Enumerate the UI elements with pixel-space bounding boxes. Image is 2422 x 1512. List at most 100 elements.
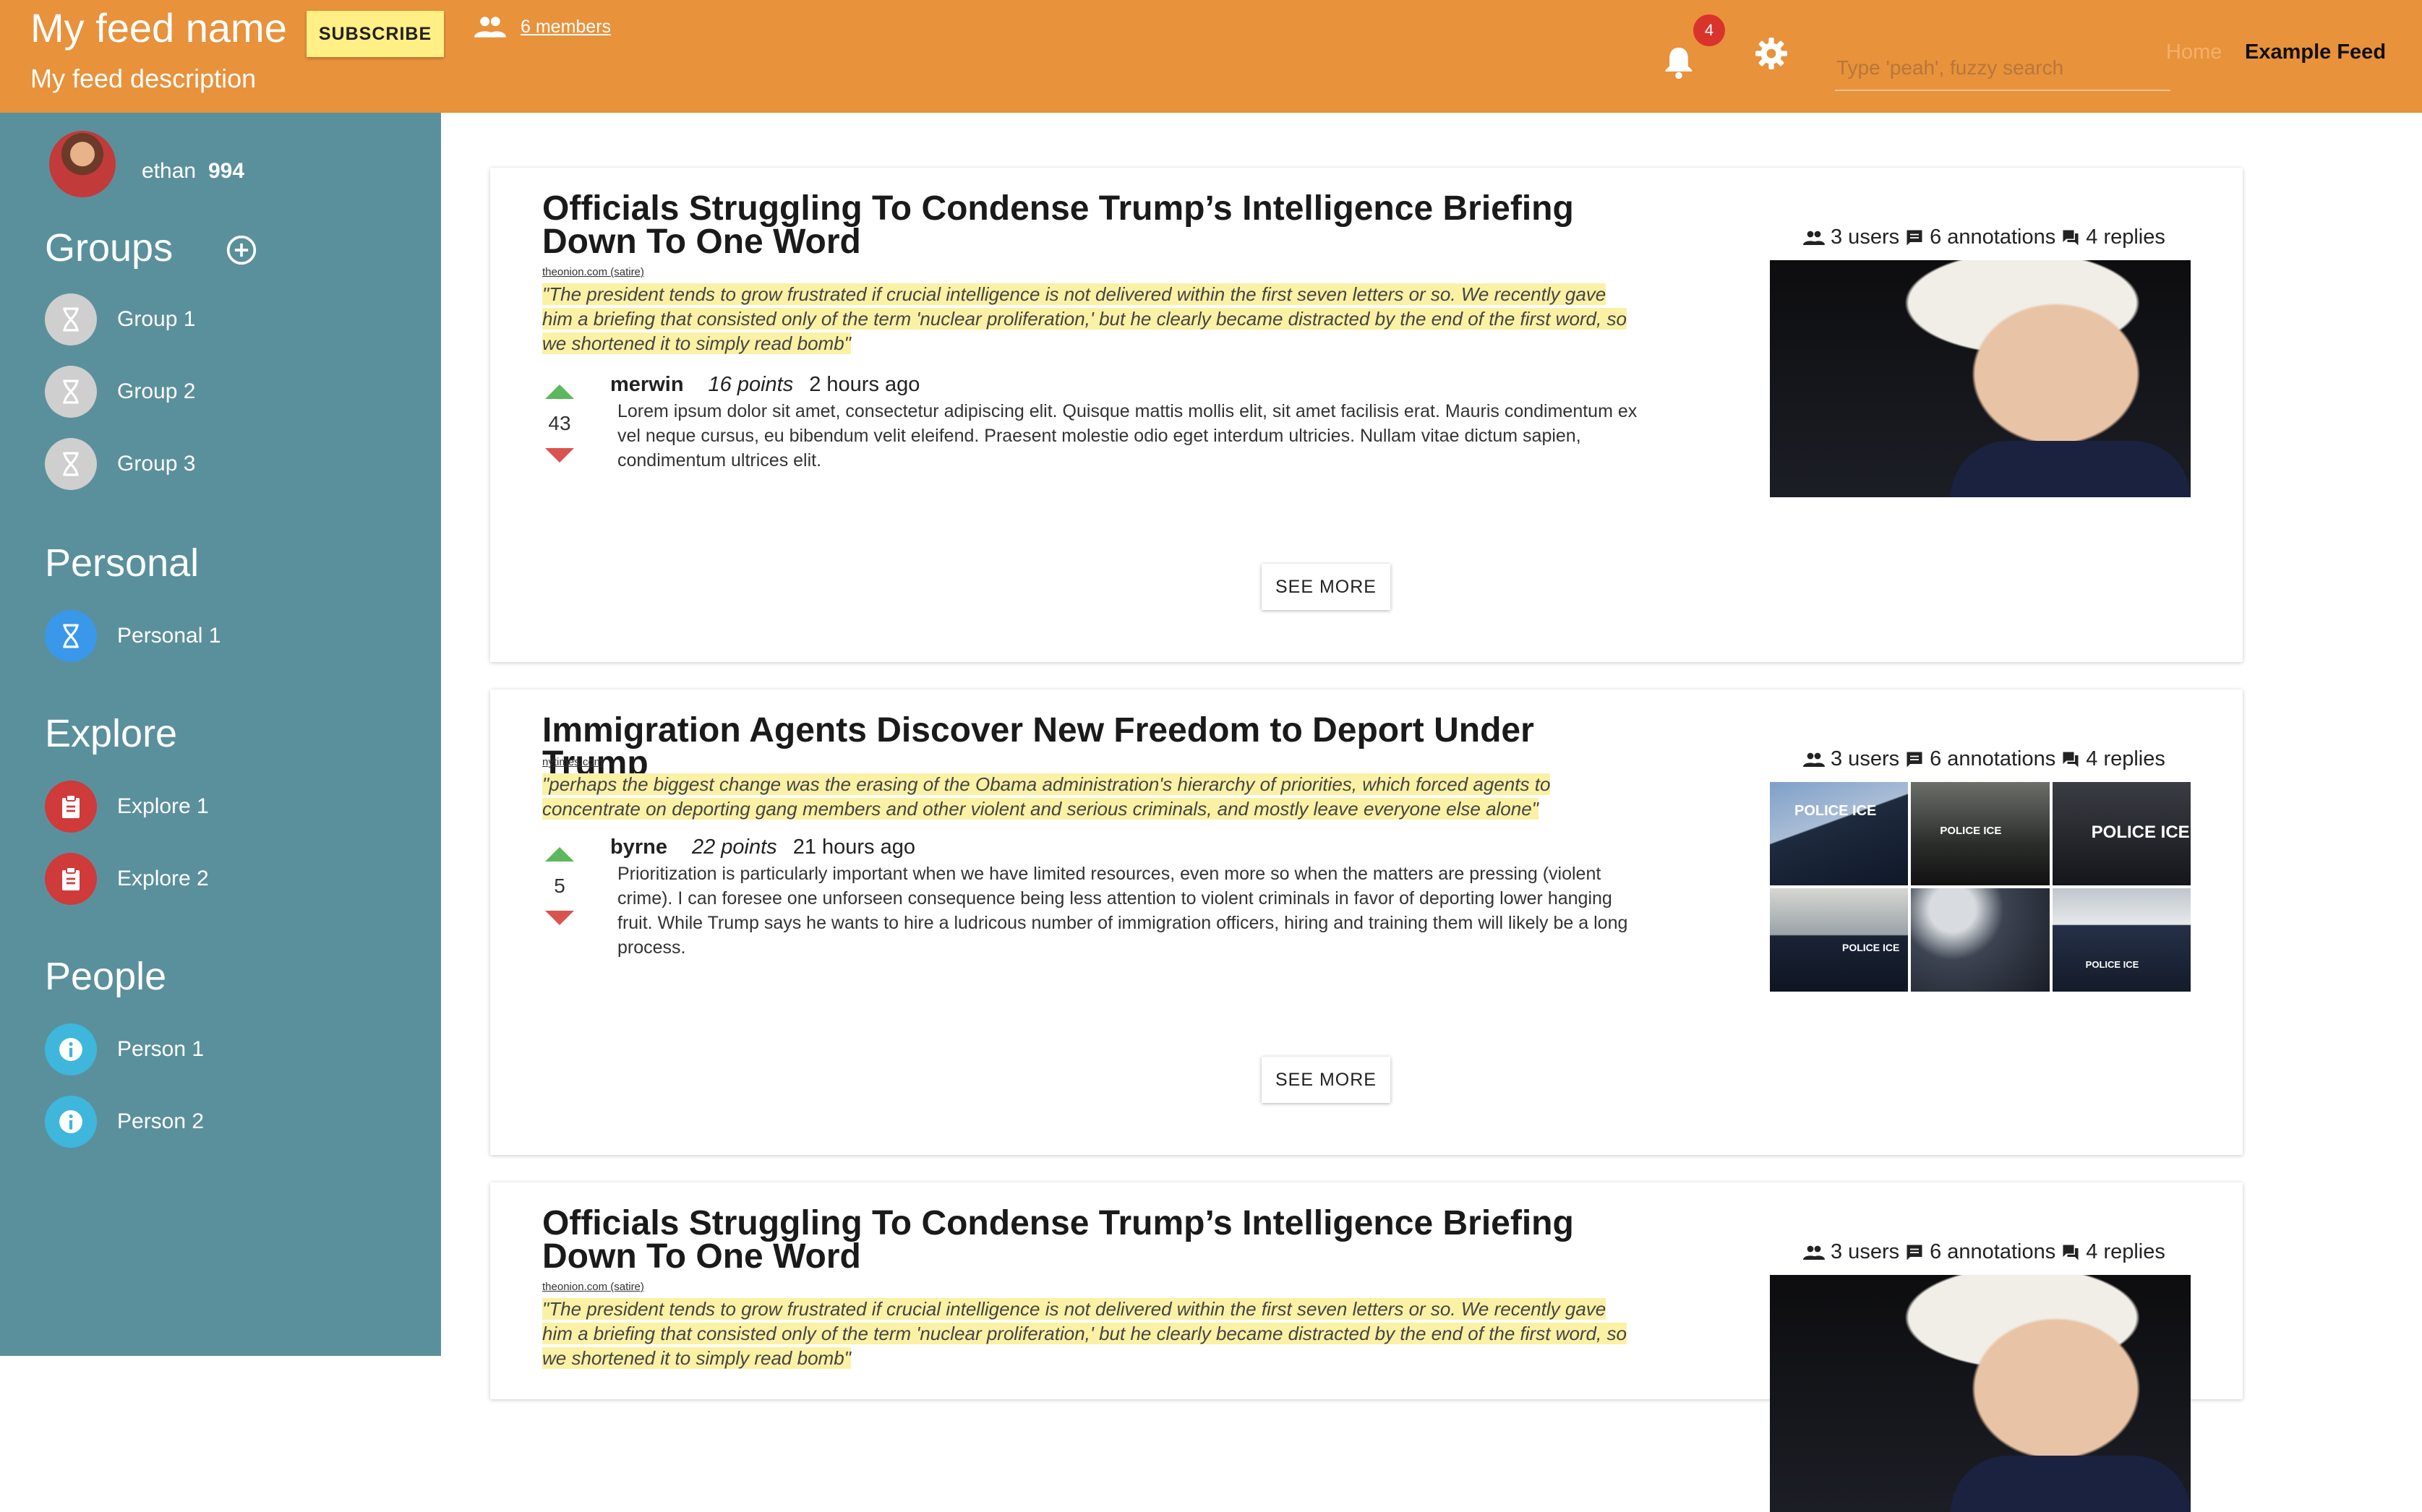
users-count: 3 users: [1831, 1240, 1900, 1263]
grid-photo[interactable]: POLICE ICE: [2052, 782, 2191, 885]
annotations-count: 6 annotations: [1930, 747, 2056, 770]
arrow-up-icon[interactable]: [545, 847, 574, 862]
sidebar-item-group-1[interactable]: Group 1: [45, 293, 195, 345]
gear-icon[interactable]: [1755, 38, 1787, 69]
forum-icon: [2063, 1245, 2079, 1260]
replies-count: 4 replies: [2086, 1240, 2165, 1263]
comment-meta: byrne 22 points 21 hours ago: [610, 836, 915, 859]
comment-points: 16 points: [708, 373, 794, 396]
arrow-down-icon[interactable]: [545, 448, 574, 463]
vote-control: 43: [542, 385, 577, 463]
subscribe-button[interactable]: SUBSCRIBE: [307, 11, 444, 57]
sidebar-item-label: Group 3: [117, 452, 196, 476]
people-icon: [474, 17, 506, 38]
post-stats: 3 users 6 annotations 4 replies: [1803, 1240, 2165, 1264]
comment-icon: [1907, 1245, 1922, 1260]
grid-photo[interactable]: POLICE ICE: [1770, 888, 1909, 992]
photo-label: POLICE ICE: [1940, 825, 2002, 837]
sidebar-item-person-1[interactable]: Person 1: [45, 1023, 204, 1075]
sidebar-item-explore-2[interactable]: Explore 2: [45, 853, 209, 905]
arrow-up-icon[interactable]: [545, 385, 574, 399]
comment-time: 2 hours ago: [809, 373, 920, 396]
post-image-grid: POLICE ICE POLICE ICE POLICE ICE POLICE …: [1770, 782, 2191, 992]
grid-photo[interactable]: POLICE ICE: [1911, 782, 2050, 885]
user-name: ethan: [142, 159, 197, 183]
post-image[interactable]: [1770, 1275, 2191, 1512]
highlighted-quote: "The president tends to grow frustrated …: [542, 283, 1627, 354]
comment-author[interactable]: byrne: [610, 836, 667, 859]
comment-author[interactable]: merwin: [610, 373, 684, 396]
sidebar-item-label: Person 1: [117, 1037, 205, 1061]
hourglass-icon: [45, 366, 97, 418]
post-quote: "The president tends to grow frustrated …: [542, 1297, 1641, 1370]
users-count: 3 users: [1831, 225, 1900, 249]
highlighted-quote: "The president tends to grow frustrated …: [542, 1298, 1627, 1369]
post-stats: 3 users 6 annotations 4 replies: [1803, 225, 2165, 249]
hourglass-icon: [45, 293, 97, 345]
post-quote: "The president tends to grow frustrated …: [542, 282, 1641, 356]
post-source-link[interactable]: theonion.com (satire): [542, 1281, 644, 1293]
explore-heading: Explore: [45, 712, 178, 755]
annotations-count: 6 annotations: [1930, 1240, 2056, 1263]
post-stats: 3 users 6 annotations 4 replies: [1803, 747, 2165, 771]
vote-count: 5: [554, 875, 565, 897]
notification-badge: 4: [1693, 14, 1725, 46]
sidebar-item-explore-1[interactable]: Explore 1: [45, 781, 209, 833]
comment-body: Lorem ipsum dolor sit amet, consectetur …: [617, 401, 1638, 471]
forum-icon: [2063, 752, 2079, 767]
hourglass-icon: [45, 438, 97, 490]
photo-label: POLICE ICE: [1842, 942, 1900, 953]
sidebar-item-label: Explore 2: [117, 867, 209, 890]
replies-count: 4 replies: [2086, 225, 2165, 249]
post-card: Officials Struggling To Condense Trump’s…: [490, 1182, 2243, 1512]
grid-photo[interactable]: [1911, 888, 2050, 992]
people-icon: [1803, 752, 1825, 767]
people-icon: [1803, 1245, 1825, 1260]
vote-count: 43: [548, 412, 571, 434]
post-source-link[interactable]: nytimes.com: [542, 756, 603, 768]
replies-count: 4 replies: [2086, 747, 2165, 770]
grid-photo[interactable]: POLICE ICE: [2052, 888, 2191, 992]
nav-home-link[interactable]: Home: [2166, 40, 2222, 64]
feed-title: My feed name: [30, 5, 287, 51]
people-heading: People: [45, 955, 167, 998]
comment-meta: merwin 16 points 2 hours ago: [610, 373, 920, 397]
personal-heading: Personal: [45, 541, 200, 585]
post-card: Immigration Agents Discover New Freedom …: [490, 690, 2243, 1155]
app-header: My feed name My feed description SUBSCRI…: [0, 0, 2422, 113]
post-title[interactable]: Officials Struggling To Condense Trump’s…: [542, 192, 1627, 259]
post-title[interactable]: Officials Struggling To Condense Trump’s…: [542, 1206, 1627, 1274]
sidebar-item-group-2[interactable]: Group 2: [45, 366, 195, 418]
avatar[interactable]: [49, 131, 116, 197]
sidebar-item-person-2[interactable]: Person 2: [45, 1096, 204, 1148]
clipboard-icon: [45, 781, 97, 833]
sidebar-item-personal-1[interactable]: Personal 1: [45, 610, 221, 662]
image-figure: [1951, 1456, 2191, 1512]
post-card: Officials Struggling To Condense Trump’s…: [490, 168, 2243, 662]
hourglass-icon: [45, 610, 97, 662]
bell-icon[interactable]: [1663, 45, 1695, 80]
sidebar-item-label: Personal 1: [117, 624, 221, 648]
post-source-link[interactable]: theonion.com (satire): [542, 266, 644, 278]
see-more-button[interactable]: SEE MORE: [1262, 1057, 1390, 1103]
post-image[interactable]: [1770, 260, 2191, 497]
search-input[interactable]: [1835, 46, 2170, 91]
forum-icon: [2063, 230, 2079, 245]
photo-label: POLICE ICE: [2091, 822, 2190, 842]
comment-icon: [1907, 752, 1922, 767]
sidebar-item-label: Group 2: [117, 379, 196, 403]
members-link[interactable]: 6 members: [521, 17, 611, 38]
nav-current-feed[interactable]: Example Feed: [2245, 40, 2386, 64]
highlighted-quote: "perhaps the biggest change was the eras…: [542, 773, 1551, 820]
see-more-button[interactable]: SEE MORE: [1262, 564, 1390, 610]
members-link-group[interactable]: 6 members: [474, 16, 611, 38]
arrow-down-icon[interactable]: [545, 911, 574, 925]
grid-photo[interactable]: POLICE ICE: [1770, 782, 1909, 885]
sidebar-item-group-3[interactable]: Group 3: [45, 438, 195, 490]
add-circle-icon[interactable]: [226, 234, 257, 266]
feed-description: My feed description: [30, 64, 257, 93]
comment-icon: [1907, 230, 1922, 245]
post-title[interactable]: Immigration Agents Discover New Freedom …: [542, 713, 1627, 781]
sidebar-item-label: Explore 1: [117, 794, 209, 818]
sidebar-item-label: Person 2: [117, 1109, 205, 1133]
